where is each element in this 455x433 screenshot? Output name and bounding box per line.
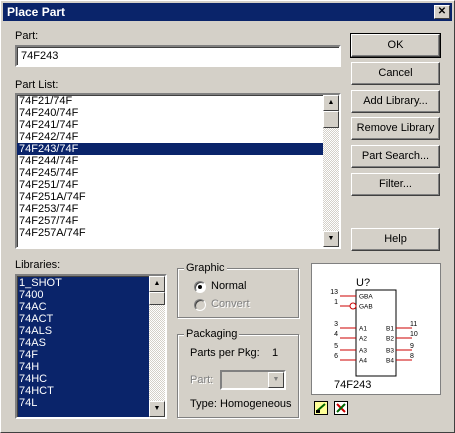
symbol-pin-number: 9 bbox=[410, 343, 414, 350]
type-label: Type: bbox=[190, 398, 217, 410]
symbol-pin-name: B4 bbox=[386, 358, 394, 365]
remove-library-button[interactable]: Remove Library bbox=[351, 117, 440, 140]
libraries-scrollbar[interactable]: ▲ ▼ bbox=[149, 276, 165, 417]
symbol-part-name: 74F243 bbox=[334, 379, 371, 391]
part-list-item[interactable]: 74F243/74F bbox=[17, 143, 323, 155]
packaging-group: Packaging Parts per Pkg: 1 Part: ▼ Type:… bbox=[177, 328, 299, 418]
packaging-group-title: Packaging bbox=[184, 328, 240, 340]
part-list-item[interactable]: 74F241/74F bbox=[17, 119, 323, 131]
part-list-scrollbar[interactable]: ▲ ▼ bbox=[323, 95, 339, 247]
graphic-group-title: Graphic bbox=[184, 262, 227, 274]
parts-per-pkg-label: Parts per Pkg: bbox=[190, 347, 260, 359]
help-button[interactable]: Help bbox=[351, 228, 440, 251]
close-icon: ✕ bbox=[437, 6, 447, 17]
symbol-pin-name: A3 bbox=[359, 348, 367, 355]
convert-radio-label: Convert bbox=[211, 298, 250, 310]
libraries-list[interactable]: 1_SHOT 7400 74AC 74ACT 74ALS 74AS 74F 74H 74HC 74… bbox=[15, 274, 167, 419]
scroll-down-icon[interactable]: ▼ bbox=[149, 401, 165, 417]
library-item[interactable]: 7400 bbox=[17, 289, 149, 301]
library-item[interactable]: 74AS bbox=[17, 337, 149, 349]
library-item[interactable]: 74HCT bbox=[17, 385, 149, 397]
symbol-pin-name: B1 bbox=[386, 326, 394, 333]
libraries-label: Libraries: bbox=[15, 259, 61, 271]
part-list-item[interactable]: 74F244/74F bbox=[17, 155, 323, 167]
library-item[interactable]: 74H bbox=[17, 361, 149, 373]
symbol-pin-name: B3 bbox=[386, 348, 394, 355]
symbol-pin-number: 3 bbox=[334, 321, 338, 328]
convert-radio[interactable] bbox=[194, 299, 206, 311]
symbol-pin-number: 8 bbox=[410, 353, 414, 360]
part-input[interactable]: 74F243 bbox=[15, 45, 341, 67]
schematic-symbol: U? 74F243 13 GBA 1 GAB 3 A1 4 A2 5 A3 6 A4 B1 11 B2 10 B… bbox=[330, 277, 418, 391]
normal-radio-label: Normal bbox=[211, 280, 247, 292]
part-list[interactable]: 74F21/74F 74F240/74F 74F241/74F 74F242/74F 7… bbox=[15, 93, 341, 249]
symbol-refdes: U? bbox=[356, 277, 370, 289]
package-part-label: Part: bbox=[190, 374, 214, 386]
symbol-pin-number: 11 bbox=[410, 321, 417, 328]
part-list-label: Part List: bbox=[15, 79, 59, 91]
preview-pins-icon[interactable] bbox=[334, 401, 348, 415]
part-preview: U? 74F243 13 GBA 1 GAB 3 A1 4 A2 5 A3 6 A4 B1 11 B2 10 B… bbox=[311, 263, 441, 395]
library-item[interactable]: 1_SHOT bbox=[17, 277, 149, 289]
part-list-item[interactable]: 74F257A/74F bbox=[17, 227, 323, 239]
symbol-pin-number: 13 bbox=[330, 289, 338, 296]
part-list-item[interactable]: 74F251A/74F bbox=[17, 191, 323, 203]
place-part-dialog: Place Part ✕ Part: 74F243 Part List: 74F… bbox=[0, 0, 455, 433]
dialog-title: Place Part bbox=[7, 5, 66, 19]
combo-arrow-icon[interactable]: ▼ bbox=[268, 372, 284, 388]
symbol-pin-number: 6 bbox=[334, 353, 338, 360]
parts-per-pkg-value: 1 bbox=[272, 347, 279, 359]
symbol-pin-number: 1 bbox=[334, 299, 338, 306]
part-list-item[interactable]: 74F240/74F bbox=[17, 107, 323, 119]
part-list-item[interactable]: 74F245/74F bbox=[17, 167, 323, 179]
scroll-thumb[interactable] bbox=[323, 111, 339, 128]
part-label: Part: bbox=[15, 30, 39, 42]
library-item[interactable]: 74ACT bbox=[17, 313, 149, 325]
symbol-pin-number: 10 bbox=[410, 331, 418, 338]
symbol-pin-name: GAB bbox=[359, 304, 373, 311]
library-item[interactable]: 74HC bbox=[17, 373, 149, 385]
part-list-item[interactable]: 74F21/74F bbox=[17, 95, 323, 107]
part-list-item[interactable]: 74F251/74F bbox=[17, 179, 323, 191]
part-list-item[interactable]: 74F253/74F bbox=[17, 203, 323, 215]
symbol-pin-name: A4 bbox=[359, 358, 367, 365]
symbol-pin-number: 4 bbox=[334, 331, 338, 338]
ok-button[interactable]: OK bbox=[350, 33, 441, 58]
library-item[interactable]: 74L bbox=[17, 397, 149, 409]
scroll-thumb[interactable] bbox=[149, 292, 165, 305]
library-item[interactable]: 74AC bbox=[17, 301, 149, 313]
filter-button[interactable]: Filter... bbox=[351, 173, 440, 196]
cancel-button[interactable]: Cancel bbox=[351, 62, 440, 85]
graphic-group: Graphic Normal Convert bbox=[177, 262, 299, 318]
scroll-down-icon[interactable]: ▼ bbox=[323, 231, 339, 247]
title-bar: Place Part ✕ bbox=[3, 3, 452, 21]
symbol-pin-name: B2 bbox=[386, 336, 394, 343]
part-list-item[interactable]: 74F242/74F bbox=[17, 131, 323, 143]
symbol-pin-number: 5 bbox=[334, 343, 338, 350]
library-item[interactable]: 74F bbox=[17, 349, 149, 361]
symbol-pin-name: GBA bbox=[359, 294, 373, 301]
close-button[interactable]: ✕ bbox=[434, 5, 450, 19]
part-list-item[interactable]: 74F257/74F bbox=[17, 215, 323, 227]
type-value: Homogeneous bbox=[220, 398, 292, 410]
symbol-pin-name: A2 bbox=[359, 336, 367, 343]
part-search-button[interactable]: Part Search... bbox=[351, 145, 440, 168]
add-library-button[interactable]: Add Library... bbox=[351, 90, 440, 113]
normal-radio[interactable] bbox=[194, 281, 206, 293]
scroll-up-icon[interactable]: ▲ bbox=[323, 95, 339, 111]
package-part-select[interactable]: ▼ bbox=[220, 370, 286, 390]
symbol-pin-name: A1 bbox=[359, 326, 367, 333]
scroll-up-icon[interactable]: ▲ bbox=[149, 276, 165, 292]
preview-zoom-icon[interactable] bbox=[314, 401, 328, 415]
library-item[interactable]: 74ALS bbox=[17, 325, 149, 337]
symbol-pin-bubble bbox=[349, 302, 357, 310]
